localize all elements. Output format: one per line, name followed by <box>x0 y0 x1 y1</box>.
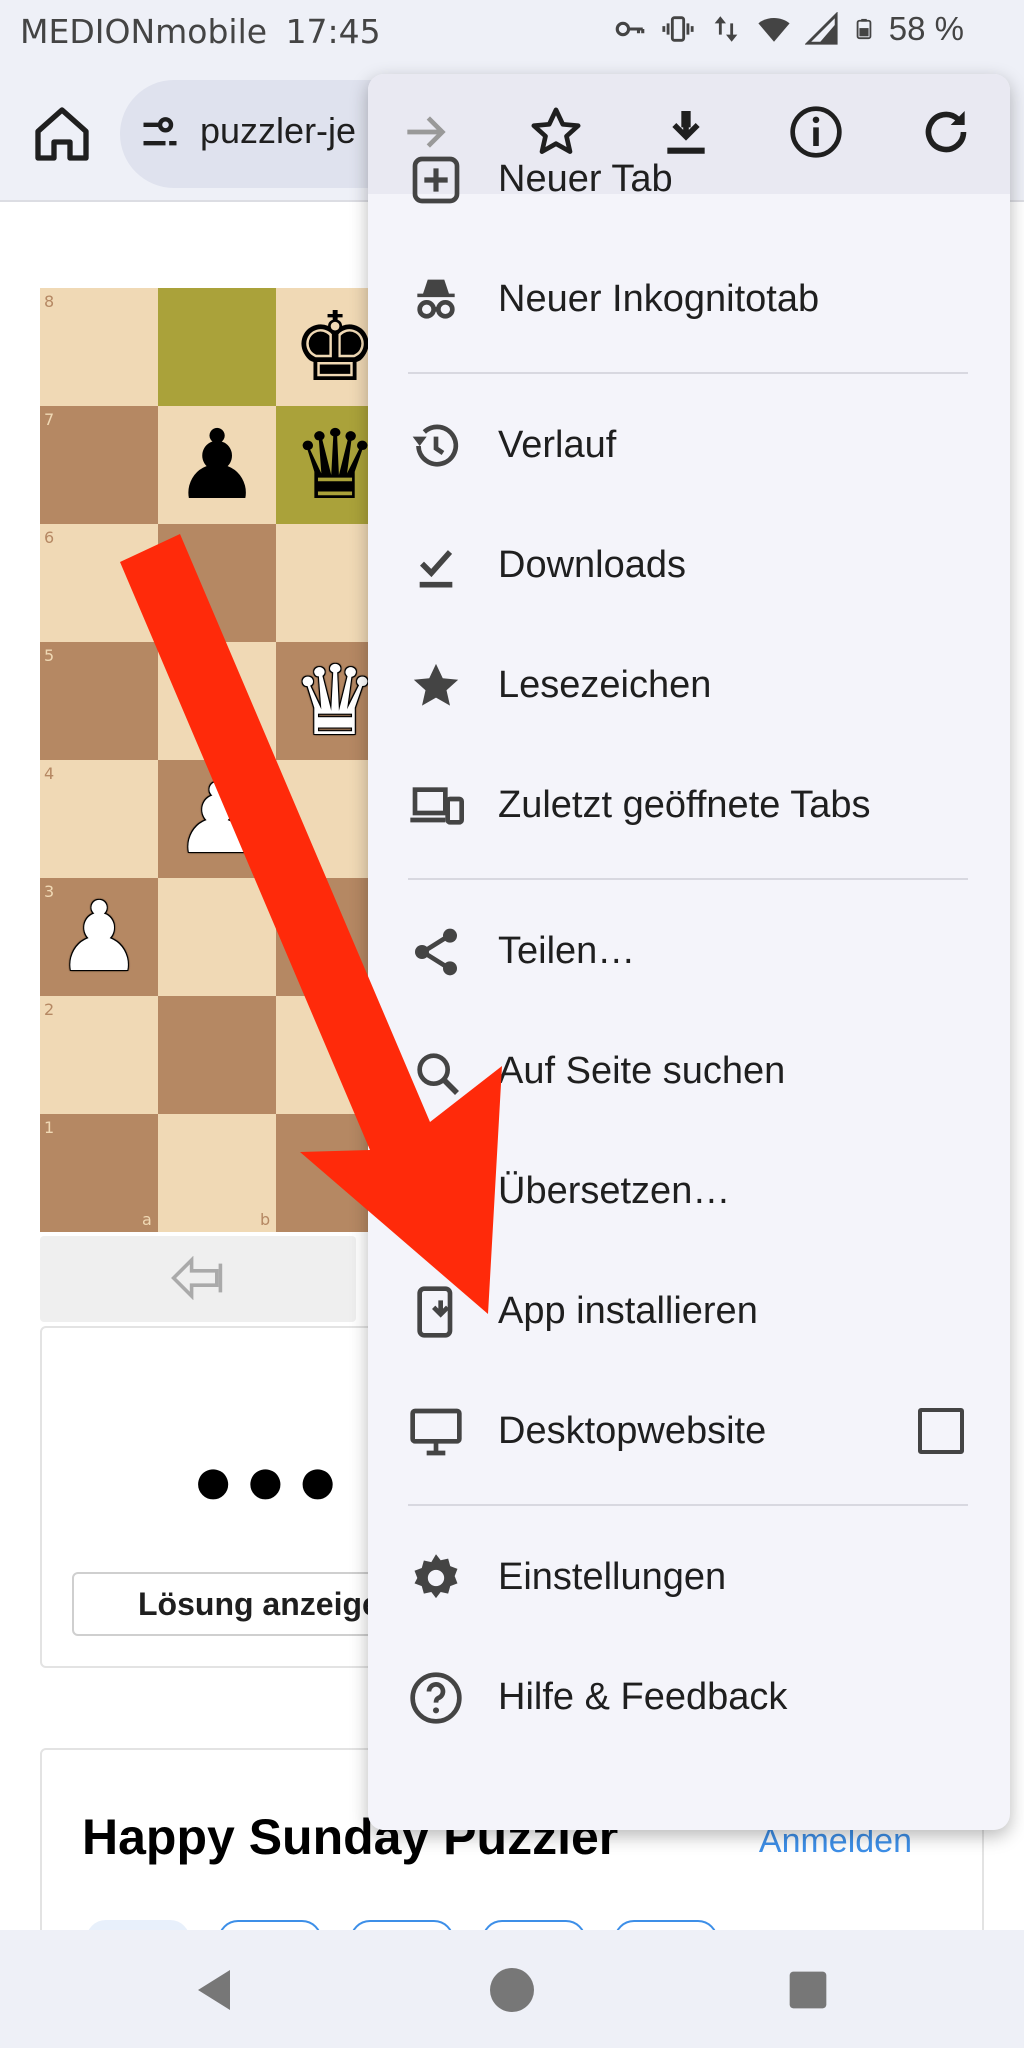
menu-item-find-in-page[interactable]: Auf Seite suchen <box>368 1012 1010 1132</box>
menu-item-label: Auf Seite suchen <box>498 1050 786 1092</box>
battery-icon <box>856 18 872 40</box>
data-arrows-icon <box>714 16 738 42</box>
home-circle-icon[interactable] <box>488 1966 536 2014</box>
menu-item-downloads[interactable]: Downloads <box>368 506 1010 626</box>
file-label: a <box>142 1210 152 1229</box>
menu-item-label: Neuer Inkognitotab <box>498 278 820 320</box>
square-b2[interactable] <box>158 996 276 1114</box>
menu-item-bookmarks[interactable]: Lesezeichen <box>368 626 1010 746</box>
desktop-icon <box>410 1408 462 1456</box>
menu-item-translate[interactable]: Übersetzen… <box>368 1132 1010 1252</box>
home-icon[interactable] <box>30 102 94 166</box>
square-b3[interactable] <box>158 878 276 996</box>
desktop-site-checkbox[interactable] <box>918 1408 964 1454</box>
square-a5[interactable] <box>40 642 158 760</box>
new-tab-icon <box>412 156 460 204</box>
rank-label: 7 <box>44 410 55 429</box>
square-a2[interactable] <box>40 996 158 1114</box>
menu-divider <box>408 878 968 880</box>
help-icon <box>410 1672 462 1724</box>
recents-square-icon[interactable] <box>786 1968 830 2012</box>
square-b1[interactable] <box>158 1114 276 1232</box>
menu-item-label: Lesezeichen <box>498 664 712 706</box>
menu-item-help[interactable]: Hilfe & Feedback <box>368 1638 1010 1758</box>
menu-item-label: Desktopwebsite <box>498 1410 767 1452</box>
menu-item-label: Übersetzen… <box>498 1170 731 1212</box>
install-app-icon <box>417 1286 453 1338</box>
square-b5[interactable] <box>158 642 276 760</box>
url-text[interactable]: puzzler-je <box>200 110 356 152</box>
chess-piece[interactable]: ♟ <box>40 878 158 996</box>
square-a8[interactable] <box>40 288 158 406</box>
menu-item-label: Zuletzt geöffnete Tabs <box>498 784 871 826</box>
rank-label: 8 <box>44 292 55 311</box>
square-a6[interactable] <box>40 524 158 642</box>
back-triangle-icon[interactable] <box>190 1966 238 2014</box>
menu-item-label: Einstellungen <box>498 1556 727 1598</box>
status-bar: MEDIONmobile 17:45 58 % <box>0 0 1024 64</box>
menu-item-settings-gear[interactable]: Einstellungen <box>368 1518 1010 1638</box>
menu-item-label: App installieren <box>498 1290 758 1332</box>
file-label: b <box>260 1210 271 1229</box>
downloads-icon <box>419 550 453 588</box>
share-icon <box>415 928 457 976</box>
menu-item-incognito[interactable]: Neuer Inkognitotab <box>368 240 1010 360</box>
square-a1[interactable] <box>40 1114 158 1232</box>
rank-label: 1 <box>44 1118 55 1137</box>
recent-tabs-icon <box>410 787 464 825</box>
signal-icon <box>804 12 838 45</box>
menu-item-desktop[interactable]: Desktopwebsite <box>368 1372 1010 1492</box>
square-a4[interactable] <box>40 760 158 878</box>
tune-icon[interactable] <box>138 112 182 156</box>
status-right: 58 % <box>613 10 964 48</box>
carrier-name: MEDIONmobile <box>20 12 268 51</box>
menu-item-install-app[interactable]: App installieren <box>368 1252 1010 1372</box>
chess-piece[interactable]: ♟ <box>158 406 276 524</box>
battery-level: 58 % <box>888 10 964 47</box>
rank-label: 2 <box>44 1000 55 1019</box>
status-left: MEDIONmobile 17:45 <box>20 12 381 51</box>
incognito-icon <box>417 279 455 319</box>
arrow-left-icon <box>171 1256 223 1300</box>
key-icon <box>615 21 645 37</box>
translate-icon <box>410 1171 460 1216</box>
menu-item-label: Hilfe & Feedback <box>498 1676 788 1718</box>
settings-gear-icon <box>414 1554 458 1599</box>
menu-divider <box>408 372 968 374</box>
previous-move-button[interactable] <box>40 1236 356 1322</box>
menu-item-recent-tabs[interactable]: Zuletzt geöffnete Tabs <box>368 746 1010 866</box>
square-b6[interactable] <box>158 524 276 642</box>
rank-label: 4 <box>44 764 55 783</box>
menu-divider <box>408 1504 968 1506</box>
menu-item-label: Verlauf <box>498 424 617 466</box>
find-in-page-icon <box>417 1053 459 1095</box>
history-icon <box>412 424 459 467</box>
rank-label: 6 <box>44 528 55 547</box>
square-b8[interactable] <box>158 288 276 406</box>
overflow-menu: Neuer Tab Neuer Inkognitotab Verlauf Downlo… <box>368 74 1010 1830</box>
loading-dots: ●●● <box>192 1441 349 1519</box>
clock: 17:45 <box>285 12 381 51</box>
wifi-icon <box>758 18 790 42</box>
android-nav-bar <box>0 1930 1024 2048</box>
chess-piece[interactable]: ♟ <box>158 760 276 878</box>
menu-item-share[interactable]: Teilen… <box>368 892 1010 1012</box>
menu-item-label: Teilen… <box>498 930 636 972</box>
menu-item-label: Downloads <box>498 544 686 586</box>
vibrate-icon <box>662 16 694 42</box>
menu-item-label: Neuer Tab <box>498 158 673 200</box>
bookmarks-icon <box>413 663 459 706</box>
menu-item-new-tab[interactable]: Neuer Tab <box>368 120 1010 240</box>
square-a7[interactable] <box>40 406 158 524</box>
rank-label: 5 <box>44 646 55 665</box>
menu-item-history[interactable]: Verlauf <box>368 386 1010 506</box>
